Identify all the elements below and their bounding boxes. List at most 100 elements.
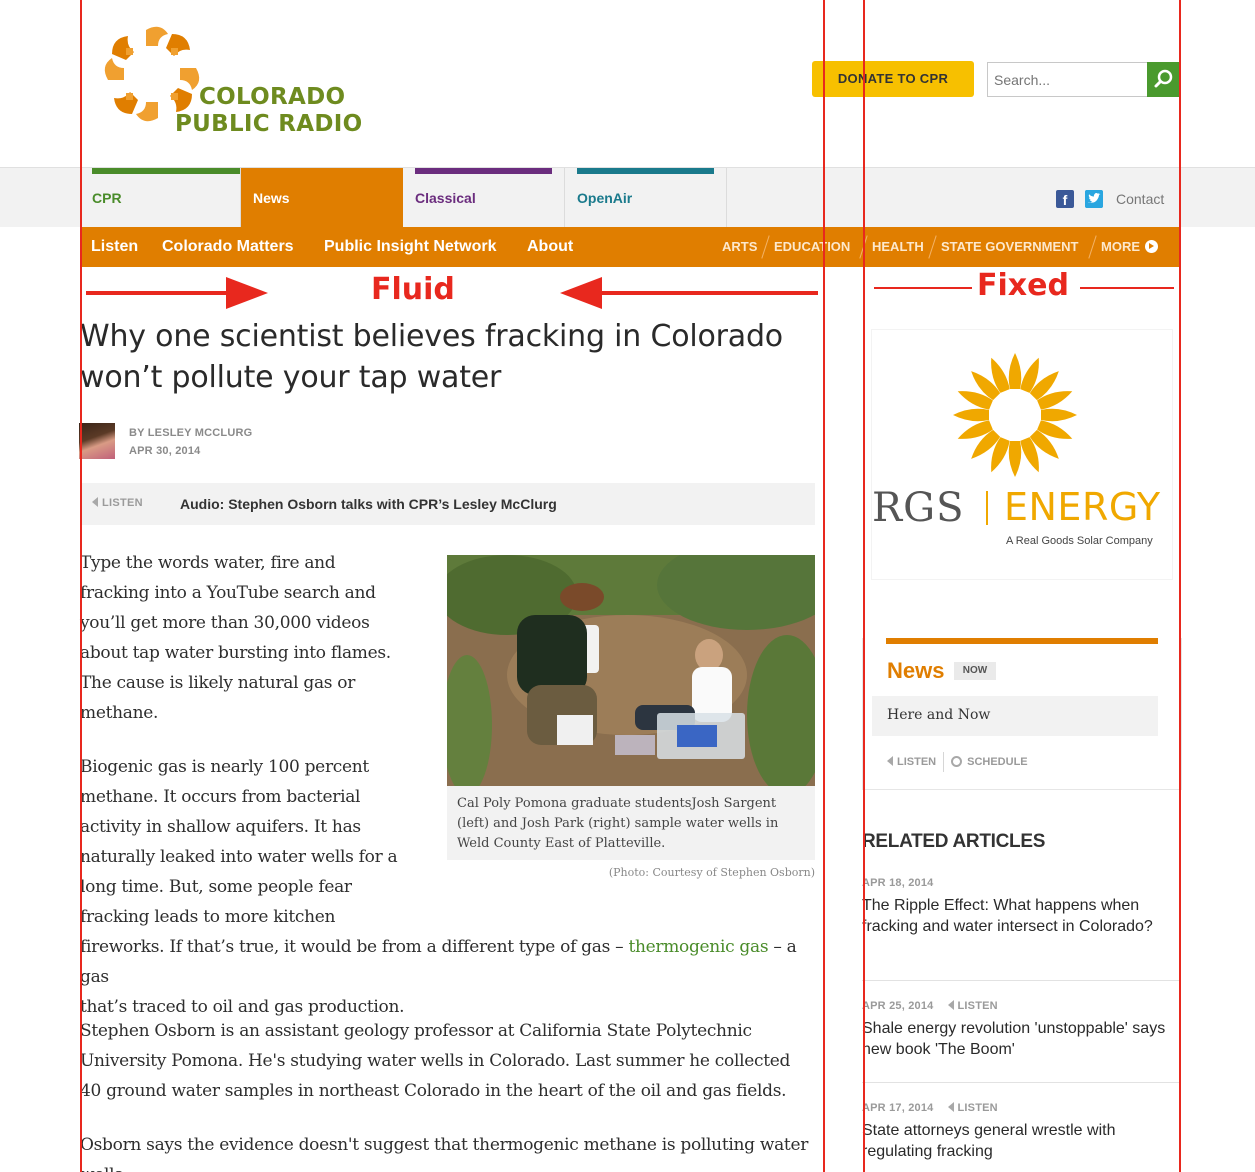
speaker-icon — [947, 1000, 954, 1010]
nav-state-government[interactable]: STATE GOVERNMENT — [941, 227, 1078, 267]
now-badge: NOW — [954, 662, 996, 680]
nav-about[interactable]: About — [527, 227, 573, 267]
speaker-icon — [887, 756, 893, 766]
related-listen-button[interactable]: LISTEN — [947, 1102, 998, 1114]
search-button[interactable] — [1147, 62, 1180, 97]
sun-logo-icon — [953, 353, 1077, 477]
listen-button[interactable]: LISTEN — [92, 497, 143, 509]
related-article-date: APR 17, 2014 LISTEN — [862, 1102, 1180, 1114]
ad-brand-rgs: RGS — [872, 485, 965, 531]
sun-ray — [953, 408, 989, 422]
arrow-right-icon — [86, 277, 268, 309]
news-now-accent — [886, 638, 1158, 644]
author-avatar[interactable] — [79, 423, 115, 459]
fluid-column-left-guide — [80, 0, 82, 1172]
tab-openair[interactable]: OpenAir — [565, 168, 727, 228]
twitter-icon[interactable] — [1085, 190, 1103, 208]
logo-line-2: PUBLIC RADIO — [175, 111, 363, 137]
now-playing-show[interactable]: Here and Now — [872, 696, 1158, 736]
nav-separator — [1088, 235, 1097, 259]
tab-openair-label: OpenAir — [577, 190, 633, 206]
related-article-title[interactable]: The Ripple Effect: What happens when fra… — [862, 895, 1180, 937]
logo-line-1: COLORADO — [199, 84, 346, 110]
logo-wordmark[interactable]: COLORADO PUBLIC RADIO — [175, 84, 362, 138]
related-article-date: APR 25, 2014 LISTEN — [862, 1000, 1180, 1012]
clock-icon — [951, 756, 963, 767]
tab-news-label: News — [253, 190, 290, 206]
related-article[interactable]: APR 25, 2014 LISTEN Shale energy revoluti… — [862, 1000, 1180, 1060]
related-date-text: APR 17, 2014 — [862, 1102, 934, 1114]
related-article[interactable]: APR 17, 2014 LISTEN State attorneys gener… — [862, 1102, 1180, 1162]
divider — [943, 752, 945, 772]
contact-link[interactable]: Contact — [1116, 191, 1164, 207]
donate-button[interactable]: DONATE TO CPR — [812, 61, 974, 97]
article-paragraph: Osborn says the evidence doesn't suggest… — [80, 1135, 809, 1172]
nav-health[interactable]: HEALTH — [872, 227, 924, 267]
related-date-text: APR 25, 2014 — [862, 1000, 934, 1012]
fixed-width-line — [1080, 287, 1174, 289]
paragraph-text: that’s traced to oil and gas production. — [80, 997, 405, 1017]
tab-cpr-label: CPR — [92, 190, 122, 206]
article-date: APR 30, 2014 — [129, 445, 201, 457]
divider — [862, 1082, 1180, 1083]
nav-colorado-matters[interactable]: Colorado Matters — [162, 227, 294, 267]
related-article-title[interactable]: State attorneys general wrestle with reg… — [862, 1120, 1180, 1162]
nav-listen[interactable]: Listen — [91, 227, 138, 267]
arrow-right-circle-icon — [1145, 240, 1158, 253]
search-input[interactable] — [987, 62, 1148, 97]
news-now-listen-button[interactable]: LISTEN — [887, 756, 936, 768]
nav-more[interactable]: MORE — [1101, 227, 1158, 267]
tab-openair-accent — [577, 168, 714, 174]
thermogenic-gas-link[interactable]: thermogenic gas — [628, 937, 768, 957]
related-listen-button[interactable]: LISTEN — [947, 1000, 998, 1012]
news-now-title[interactable]: News — [887, 658, 944, 684]
tab-news[interactable]: News — [241, 168, 403, 228]
related-listen-label: LISTEN — [957, 1102, 998, 1114]
arrow-left-icon — [560, 277, 818, 309]
news-now-listen-label: LISTEN — [897, 756, 937, 768]
article-paragraph: Biogenic gas is nearly 100 percent metha… — [80, 757, 398, 927]
nav-education[interactable]: EDUCATION — [774, 227, 850, 267]
related-listen-label: LISTEN — [957, 1000, 998, 1012]
tab-classical-accent — [415, 168, 552, 174]
tab-classical[interactable]: Classical — [403, 168, 565, 228]
audio-player[interactable]: LISTEN Audio: Stephen Osborn talks with … — [80, 483, 815, 525]
photo-credit: (Photo: Courtesy of Stephen Osborn) — [608, 866, 815, 879]
nav-public-insight-network[interactable]: Public Insight Network — [324, 227, 496, 267]
related-date-text: APR 18, 2014 — [862, 877, 934, 889]
tab-cpr[interactable]: CPR — [80, 168, 241, 228]
ad-tagline: A Real Goods Solar Company — [1006, 535, 1153, 547]
related-article-date: APR 18, 2014 — [862, 877, 1180, 889]
tab-cpr-accent — [92, 168, 240, 174]
nav-arts[interactable]: ARTS — [722, 227, 757, 267]
ad-brand-divider — [986, 491, 988, 525]
schedule-button[interactable]: SCHEDULE — [951, 756, 1028, 768]
article-photo[interactable] — [447, 555, 815, 786]
author-name[interactable]: BY LESLEY MCCLURG — [129, 424, 252, 442]
fixed-column-right-guide — [1179, 0, 1181, 1172]
article-paragraph: Stephen Osborn is an assistant geology p… — [80, 1021, 791, 1101]
fixed-width-line — [874, 287, 972, 289]
fixed-column-left-guide — [863, 0, 865, 1172]
article-paragraph: fireworks. If that’s true, it would be f… — [80, 932, 825, 1022]
related-article-title[interactable]: Shale energy revolution 'unstoppable' sa… — [862, 1018, 1180, 1060]
listen-label: LISTEN — [102, 497, 143, 509]
sun-ray — [1008, 353, 1022, 389]
search-icon — [1154, 69, 1173, 88]
related-article[interactable]: APR 18, 2014 The Ripple Effect: What hap… — [862, 877, 1180, 937]
tab-classical-label: Classical — [415, 190, 476, 206]
article-paragraph: Type the words water, fire and fracking … — [80, 553, 391, 723]
speaker-icon — [92, 497, 98, 507]
facebook-icon[interactable]: f — [1056, 190, 1074, 208]
article-headline: Why one scientist believes fracking in C… — [80, 319, 783, 395]
photo-caption: Cal Poly Pomona graduate studentsJosh Sa… — [447, 786, 815, 860]
ad-brand-energy: ENERGY — [1004, 485, 1161, 529]
section-nav: Listen Colorado Matters Public Insight N… — [80, 227, 1181, 267]
article-byline: BY LESLEY MCCLURG APR 30, 2014 — [129, 424, 252, 460]
fluid-column-right-guide — [823, 0, 825, 1172]
speaker-icon — [947, 1102, 954, 1112]
nav-separator — [928, 235, 937, 259]
fluid-annotation-label: Fluid — [371, 272, 455, 307]
news-now-actions: LISTEN SCHEDULE — [887, 752, 1028, 772]
audio-title: Audio: Stephen Osborn talks with CPR’s L… — [180, 496, 557, 512]
